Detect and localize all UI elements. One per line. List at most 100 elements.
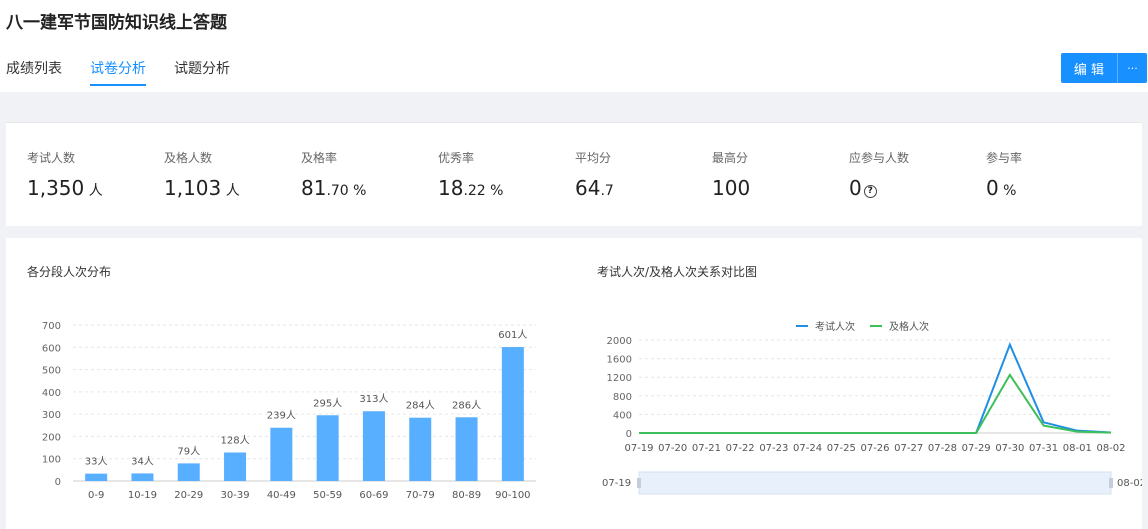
y-tick-label: 600 xyxy=(42,343,61,354)
stat-expected-count: 应参与人数 0? xyxy=(849,149,909,200)
stat-pass-count: 及格人数 1,103 人 xyxy=(164,149,240,200)
more-button[interactable]: ··· xyxy=(1117,53,1147,83)
y-tick-label: 400 xyxy=(613,410,632,421)
page-header: 八一建军节国防知识线上答题 成绩列表 试卷分析 试题分析 编 辑 ··· xyxy=(0,0,1148,92)
bar xyxy=(177,463,200,481)
bar-data-label: 313人 xyxy=(359,393,388,405)
x-tick-label: 07-29 xyxy=(962,443,991,454)
stat-unit: .70 % xyxy=(326,183,367,199)
y-tick-label: 0 xyxy=(626,429,632,440)
stat-unit: 人 xyxy=(221,183,240,199)
stat-label: 优秀率 xyxy=(438,151,475,165)
stat-value: 81.70 % xyxy=(301,176,366,200)
question-circle-icon[interactable]: ? xyxy=(863,185,877,198)
stat-value: 18.22 % xyxy=(438,176,503,200)
x-tick-label: 50-59 xyxy=(313,490,342,501)
tab-question-analysis[interactable]: 试题分析 xyxy=(174,58,230,86)
y-tick-label: 400 xyxy=(42,388,61,399)
bar-data-label: 239人 xyxy=(267,410,296,422)
slider-end-label: 08-02 xyxy=(1117,478,1142,489)
stat-number: 1,103 xyxy=(164,176,222,200)
stat-pass-rate: 及格率 81.70 % xyxy=(301,149,366,200)
stat-exam-count: 考试人数 1,350 人 xyxy=(27,149,103,200)
x-tick-label: 07-20 xyxy=(658,443,687,454)
x-tick-label: 80-89 xyxy=(452,490,481,501)
x-tick-label: 08-01 xyxy=(1063,443,1092,454)
stat-value: 0 % xyxy=(986,176,1022,200)
edit-button[interactable]: 编 辑 xyxy=(1061,53,1117,83)
x-tick-label: 07-26 xyxy=(860,443,889,454)
y-tick-label: 300 xyxy=(42,410,61,421)
x-tick-label: 07-27 xyxy=(894,443,923,454)
stat-unit: .22 % xyxy=(463,183,504,199)
stat-value: 100 xyxy=(712,176,750,200)
stat-number: 0 xyxy=(849,176,862,200)
bar-data-label: 284人 xyxy=(406,400,435,412)
stat-excellent-rate: 优秀率 18.22 % xyxy=(438,149,503,200)
x-tick-label: 20-29 xyxy=(174,490,203,501)
x-tick-label: 70-79 xyxy=(406,490,435,501)
stat-number: 18 xyxy=(438,176,464,200)
stat-number: 1,350 xyxy=(27,176,85,200)
tab-score-list[interactable]: 成绩列表 xyxy=(6,58,62,86)
charts-panel: 各分段人次分布 考试人次/及格人次关系对比图 0 100 200 300 400 500 6… xyxy=(6,238,1142,529)
stat-label: 平均分 xyxy=(575,151,612,165)
bar xyxy=(270,427,293,481)
x-tick-label: 07-24 xyxy=(793,443,822,454)
stats-panel: 考试人数 1,350 人 及格人数 1,103 人 及格率 81.70 % 优秀… xyxy=(6,122,1142,226)
bar-data-label: 128人 xyxy=(221,434,250,446)
stat-label: 参与率 xyxy=(986,151,1023,165)
x-tick-label: 07-23 xyxy=(759,443,788,454)
slider-handle-right xyxy=(1109,478,1113,488)
x-tick-label: 07-19 xyxy=(624,443,653,454)
y-tick-label: 1200 xyxy=(607,373,632,384)
y-tick-label: 800 xyxy=(613,392,632,403)
bar xyxy=(85,473,108,481)
bar-data-label: 34人 xyxy=(131,455,154,467)
x-tick-label: 08-02 xyxy=(1096,443,1125,454)
stat-value: 0? xyxy=(849,176,909,200)
y-tick-label: 1600 xyxy=(607,355,632,366)
stat-number: 81 xyxy=(301,176,327,200)
x-tick-label: 0-9 xyxy=(88,490,104,501)
stat-max-score: 最高分 100 xyxy=(712,149,750,200)
legend-label: 及格人次 xyxy=(889,320,929,333)
series-line xyxy=(639,372,1112,434)
y-tick-label: 500 xyxy=(42,366,61,377)
x-tick-label: 30-39 xyxy=(221,490,250,501)
y-tick-label: 0 xyxy=(55,477,61,488)
x-tick-label: 07-30 xyxy=(995,443,1024,454)
bar-data-label: 601人 xyxy=(498,329,527,341)
stat-number: 100 xyxy=(712,176,751,200)
bar xyxy=(501,347,524,481)
tab-paper-analysis[interactable]: 试卷分析 xyxy=(90,58,146,86)
x-tick-label: 07-31 xyxy=(1029,443,1058,454)
data-zoom-slider xyxy=(638,471,1112,495)
stat-unit: .7 xyxy=(600,183,614,199)
bar-chart: 0 100 200 300 400 500 600 700 33人 0-9 34人 10-19 79人 2… xyxy=(42,321,536,501)
legend-label: 考试人次 xyxy=(815,320,855,333)
stat-unit: % xyxy=(998,183,1017,199)
stat-label: 最高分 xyxy=(712,151,749,165)
stat-unit: 人 xyxy=(84,183,103,199)
line-chart: 0 400 800 1200 1600 2000 07-19 07-20 07-21 07-22 0… xyxy=(602,320,1142,495)
x-tick-label: 07-21 xyxy=(692,443,721,454)
y-tick-label: 200 xyxy=(42,432,61,443)
stat-value: 64.7 xyxy=(575,176,614,200)
bar-data-label: 79人 xyxy=(177,445,200,457)
y-tick-label: 2000 xyxy=(607,336,632,347)
stat-value: 1,350 人 xyxy=(27,176,103,200)
x-tick-label: 10-19 xyxy=(128,490,157,501)
x-tick-label: 40-49 xyxy=(267,490,296,501)
tab-bar: 成绩列表 试卷分析 试题分析 xyxy=(6,58,230,86)
x-tick-label: 07-22 xyxy=(726,443,755,454)
stat-label: 及格率 xyxy=(301,151,338,165)
stat-label: 考试人数 xyxy=(27,151,76,165)
stat-value: 1,103 人 xyxy=(164,176,240,200)
stat-average-score: 平均分 64.7 xyxy=(575,149,614,200)
stat-participation-rate: 参与率 0 % xyxy=(986,149,1022,200)
slider-start-label: 07-19 xyxy=(602,478,631,489)
stat-number: 64 xyxy=(575,176,601,200)
stat-label: 应参与人数 xyxy=(849,151,910,165)
y-tick-label: 100 xyxy=(42,455,61,466)
